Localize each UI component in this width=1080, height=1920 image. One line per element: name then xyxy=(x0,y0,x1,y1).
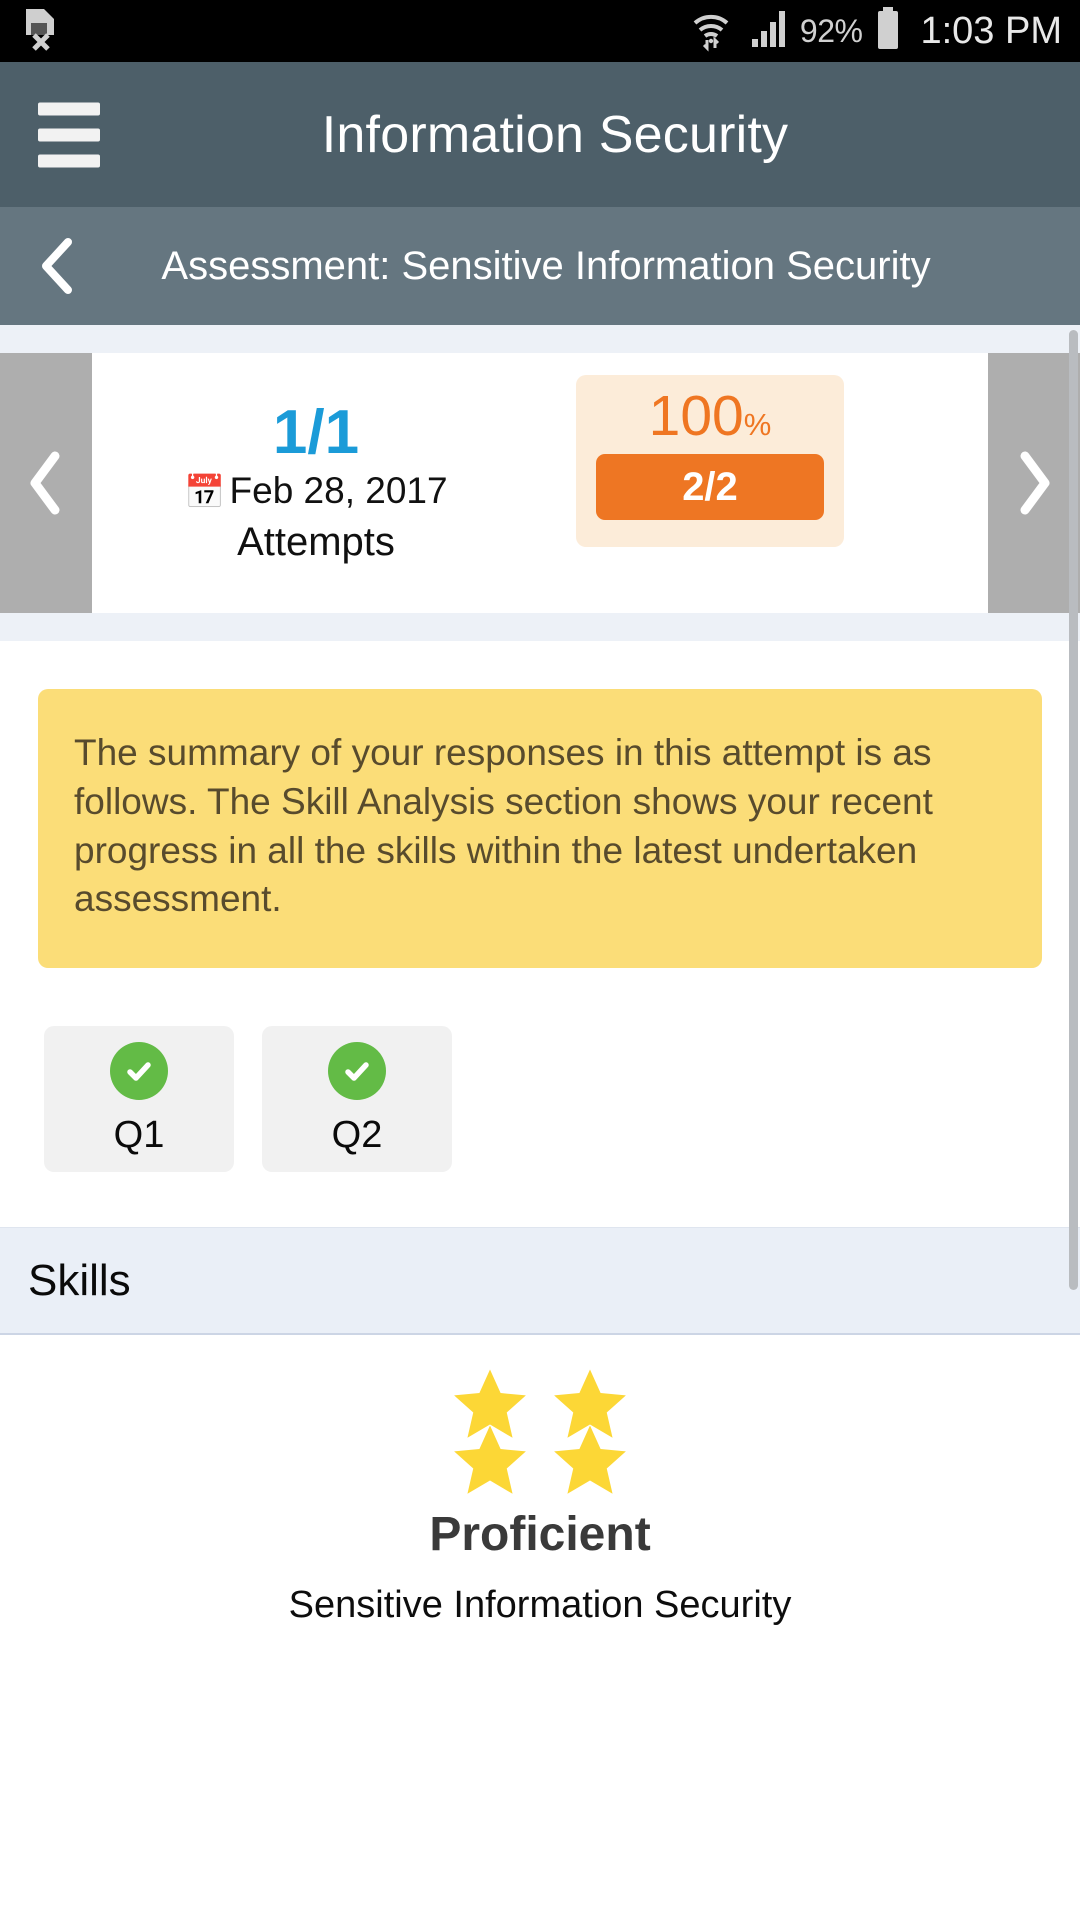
proficiency-level: Proficient xyxy=(429,1508,651,1562)
app-header: Information Security xyxy=(0,62,1080,207)
skill-name: Sensitive Information Security xyxy=(288,1584,792,1627)
sim-card-error-icon xyxy=(22,7,58,56)
page-scrollbar[interactable] xyxy=(1069,330,1078,1290)
carousel-prev-button[interactable] xyxy=(0,353,92,613)
attempt-fraction: 1/1 xyxy=(272,398,360,468)
attempt-date-row: 📅 Feb 28, 2017 xyxy=(184,469,447,513)
attempt-carousel: 1/1 📅 Feb 28, 2017 Attempts 100% 2/2 xyxy=(0,353,1080,613)
score-panel: 100% 2/2 xyxy=(576,375,844,547)
question-label: Q2 xyxy=(331,1113,383,1156)
main-content: The summary of your responses in this at… xyxy=(0,689,1080,1628)
question-chip-q2[interactable]: Q2 xyxy=(262,1026,452,1173)
wifi-transfer-icon xyxy=(688,6,734,57)
attempt-card: 1/1 📅 Feb 28, 2017 Attempts 100% 2/2 xyxy=(92,353,988,613)
chevron-left-icon xyxy=(27,450,65,516)
score-percent-value: 100 xyxy=(648,384,744,448)
chevron-right-icon xyxy=(1015,450,1053,516)
summary-note: The summary of your responses in this at… xyxy=(38,689,1042,969)
star-rating xyxy=(440,1369,640,1495)
attempts-label: Attempts xyxy=(237,519,395,564)
star-icon xyxy=(440,1425,540,1495)
attempt-date-label: Feb 28, 2017 xyxy=(229,470,448,512)
skills-section-header: Skills xyxy=(0,1227,1080,1336)
score-ratio-button[interactable]: 2/2 xyxy=(596,454,824,521)
clock-label: 1:03 PM xyxy=(920,9,1062,52)
status-bar-right: 92% 1:03 PM xyxy=(688,6,1062,57)
carousel-bottom-gap xyxy=(0,613,1080,641)
question-label: Q1 xyxy=(113,1113,165,1156)
hamburger-bar xyxy=(38,128,100,141)
skill-result-card: Proficient Sensitive Information Securit… xyxy=(0,1335,1080,1627)
chevron-left-icon xyxy=(38,236,78,296)
score-percent: 100% xyxy=(649,381,772,452)
check-circle-icon xyxy=(110,1041,168,1100)
skills-heading: Skills xyxy=(28,1255,131,1305)
battery-percent-label: 92% xyxy=(799,12,863,49)
question-chip-q1[interactable]: Q1 xyxy=(44,1026,234,1173)
battery-icon xyxy=(874,6,902,56)
status-bar-left xyxy=(22,7,58,56)
question-chip-row: Q1 Q2 xyxy=(44,1026,1080,1173)
carousel-next-button[interactable] xyxy=(988,353,1080,613)
page-title: Information Security xyxy=(321,105,789,164)
hamburger-menu-icon[interactable] xyxy=(38,102,100,167)
status-bar: 92% 1:03 PM xyxy=(0,0,1080,62)
sub-header: Assessment: Sensitive Information Securi… xyxy=(0,207,1080,325)
check-circle-icon xyxy=(328,1041,386,1100)
calendar-icon: 📅 xyxy=(184,473,226,511)
star-icon xyxy=(540,1425,640,1495)
carousel-top-gap xyxy=(0,325,1080,353)
assessment-title: Assessment: Sensitive Information Securi… xyxy=(161,243,931,288)
attempt-summary: 1/1 📅 Feb 28, 2017 Attempts xyxy=(92,400,540,565)
hamburger-bar xyxy=(38,102,100,115)
hamburger-bar xyxy=(38,154,100,167)
back-button[interactable] xyxy=(30,238,86,294)
cellular-signal-icon xyxy=(746,9,788,54)
percent-symbol: % xyxy=(743,407,772,442)
